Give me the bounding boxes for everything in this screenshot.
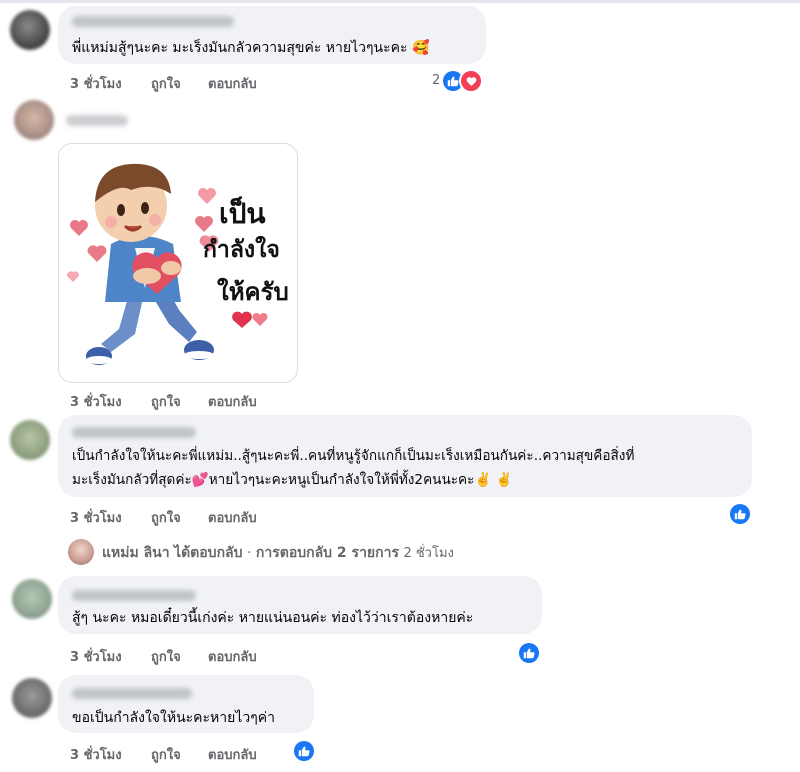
comment-actions: 3 ชั่วโมง ถูกใจ ตอบกลับ bbox=[70, 744, 290, 765]
sticker-image[interactable]: เป็น กำลังใจ ให้ครับ bbox=[58, 143, 298, 383]
avatar[interactable] bbox=[10, 420, 50, 460]
like-action[interactable]: ถูกใจ bbox=[151, 646, 181, 667]
like-reaction-icon[interactable] bbox=[294, 741, 314, 761]
reaction-count[interactable]: 2 bbox=[432, 73, 440, 88]
reply-separator: · bbox=[246, 545, 252, 561]
reply-action[interactable]: ตอบกลับ bbox=[208, 507, 257, 528]
like-action[interactable]: ถูกใจ bbox=[151, 507, 181, 528]
comment-text: พี่แหม่มสู้ๆนะคะ มะเร็งมันกลัวความสุขค่ะ… bbox=[72, 40, 430, 56]
reply-author-name[interactable]: แหม่ม ลินา bbox=[102, 545, 170, 561]
comment-time[interactable]: 3 ชั่วโมง bbox=[70, 646, 122, 667]
love-reaction-icon[interactable] bbox=[459, 69, 483, 93]
comment-actions: 3 ชั่วโมง ถูกใจ ตอบกลับ bbox=[70, 391, 330, 412]
sticker-text-line3: ให้ครับ bbox=[217, 278, 289, 306]
avatar[interactable] bbox=[10, 10, 50, 50]
commenter-name[interactable] bbox=[72, 427, 196, 438]
comment-time[interactable]: 3 ชั่วโมง bbox=[70, 507, 122, 528]
comment-time[interactable]: 3 ชั่วโมง bbox=[70, 391, 122, 412]
reply-action-text: ได้ตอบกลับ bbox=[174, 545, 243, 561]
commenter-name[interactable] bbox=[72, 688, 192, 699]
comment-text: สู้ๆ นะคะ หมอเดี๋ยวนี้เก่งค่ะ หายแน่นอนค… bbox=[72, 610, 474, 626]
comment-actions: 3 ชั่วโมง ถูกใจ ตอบกลับ bbox=[70, 646, 330, 667]
comment-text-line2: มะเร็งมันกลัวที่สุดค่ะ💕หายไวๆนะคะหนูเป็น… bbox=[72, 472, 513, 488]
comment-time[interactable]: 3 ชั่วโมง bbox=[70, 744, 122, 765]
commenter-name[interactable] bbox=[72, 16, 234, 27]
comment-actions: 3 ชั่วโมง ถูกใจ ตอบกลับ bbox=[70, 507, 330, 528]
comment-actions: 3 ชั่วโมง ถูกใจ ตอบกลับ 2 bbox=[70, 73, 490, 94]
like-reaction-icon[interactable] bbox=[730, 504, 750, 524]
like-action[interactable]: ถูกใจ bbox=[151, 744, 181, 765]
reply-action[interactable]: ตอบกลับ bbox=[208, 744, 257, 765]
view-replies-link[interactable]: แหม่ม ลินา ได้ตอบกลับ · การตอบกลับ 2 ราย… bbox=[102, 542, 454, 568]
avatar[interactable] bbox=[12, 678, 52, 718]
reply-count: การตอบกลับ 2 รายการ bbox=[255, 545, 399, 561]
like-reaction-icon[interactable] bbox=[519, 643, 539, 663]
reply-action[interactable]: ตอบกลับ bbox=[208, 391, 257, 412]
commenter-name[interactable] bbox=[66, 115, 128, 126]
comment-text: ขอเป็นกำลังใจให้นะคะหายไวๆค่า bbox=[72, 710, 275, 726]
reply-author-avatar[interactable] bbox=[68, 539, 94, 565]
avatar[interactable] bbox=[12, 579, 52, 619]
commenter-name[interactable] bbox=[72, 590, 196, 601]
reply-action[interactable]: ตอบกลับ bbox=[208, 73, 257, 94]
like-action[interactable]: ถูกใจ bbox=[151, 391, 181, 412]
reply-action[interactable]: ตอบกลับ bbox=[208, 646, 257, 667]
comment-text-line1: เป็นกำลังใจให้นะคะพี่แหม่ม..สู้ๆนะคะพี่.… bbox=[72, 448, 635, 464]
comment-time[interactable]: 3 ชั่วโมง bbox=[70, 73, 122, 94]
reply-time: 2 ชั่วโมง bbox=[403, 546, 454, 561]
sticker-text-line2: กำลังใจ bbox=[203, 237, 280, 263]
avatar[interactable] bbox=[14, 100, 54, 140]
like-action[interactable]: ถูกใจ bbox=[151, 73, 181, 94]
top-divider bbox=[0, 0, 800, 3]
sticker-text-line1: เป็น bbox=[219, 197, 266, 230]
